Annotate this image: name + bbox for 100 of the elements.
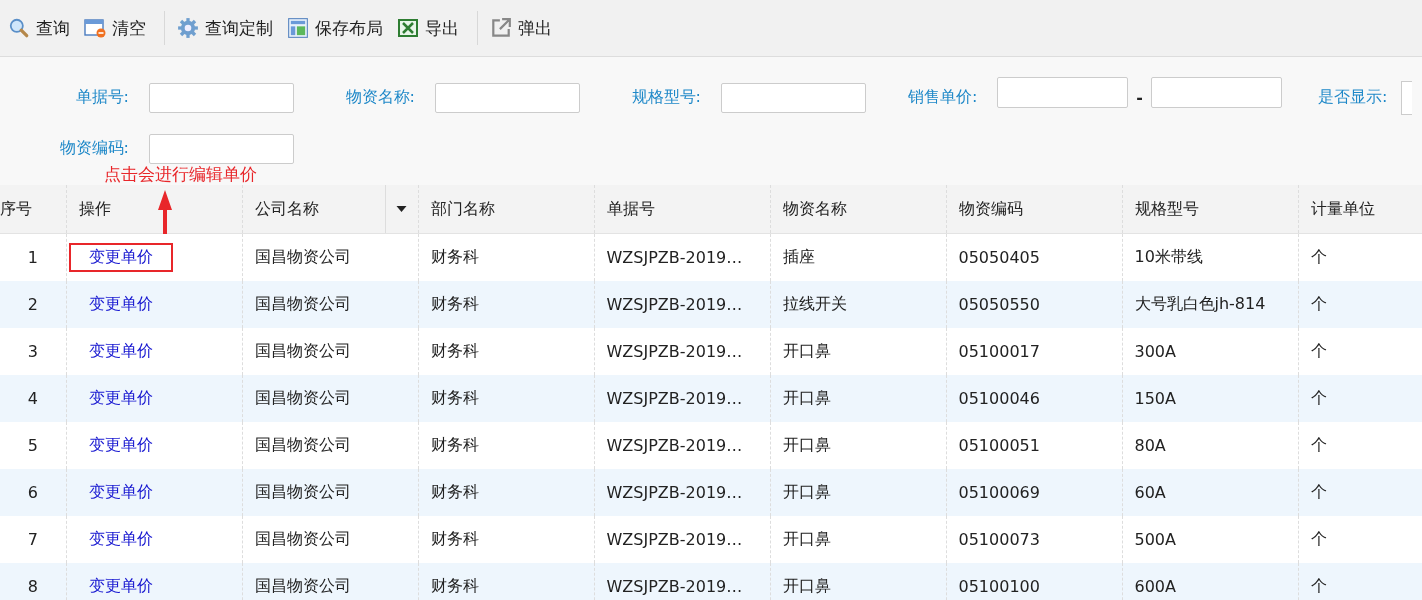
table-cell: 插座 xyxy=(782,247,815,266)
table-cell: 05050405 xyxy=(958,248,1040,267)
filter-label: 是否显示: xyxy=(1318,87,1388,108)
table-cell: 个 xyxy=(1310,529,1327,548)
table-cell: 开口鼻 xyxy=(782,341,831,360)
table-cell: 国昌物资公司 xyxy=(254,294,351,313)
table-cell: 财务科 xyxy=(430,576,479,595)
toolbar-button[interactable]: 导出 xyxy=(395,12,467,44)
table-cell: 10米带线 xyxy=(1134,247,1203,266)
column-header: 物资编码 xyxy=(958,198,1023,220)
table-cell: 个 xyxy=(1310,435,1327,454)
table-cell: WZSJPZB-2019… xyxy=(606,248,743,267)
change-price-link[interactable]: 变更单价 xyxy=(68,431,173,460)
table-cell: 7 xyxy=(27,530,38,549)
column-header: 规格型号 xyxy=(1134,198,1199,220)
spreadsheet-icon xyxy=(397,17,419,39)
table-cell: 05050550 xyxy=(958,295,1040,314)
column-header: 操作 xyxy=(78,198,111,220)
table-cell: 500A xyxy=(1134,530,1176,549)
table-cell: 开口鼻 xyxy=(782,482,831,501)
table-cell: 05100051 xyxy=(958,436,1040,455)
annotation-text: 点击会进行编辑单价 xyxy=(104,163,257,186)
table-cell: 国昌物资公司 xyxy=(254,529,351,548)
layout-icon xyxy=(287,17,309,39)
toolbar-button[interactable]: 弹出 xyxy=(488,12,560,44)
search-icon xyxy=(8,17,30,39)
input-field[interactable] xyxy=(997,77,1129,108)
range-separator: - xyxy=(1136,88,1143,107)
column-header: 部门名称 xyxy=(430,198,495,220)
toolbar-button[interactable]: 查询定制 xyxy=(175,12,281,44)
table-cell: 财务科 xyxy=(430,294,479,313)
input-field[interactable] xyxy=(721,82,866,113)
table-cell: 财务科 xyxy=(430,435,479,454)
column-header: 公司名称 xyxy=(254,198,319,220)
filter-label: 规格型号: xyxy=(631,87,701,108)
select-field[interactable] xyxy=(1401,80,1413,115)
table-cell: WZSJPZB-2019… xyxy=(606,295,743,314)
table-cell: 个 xyxy=(1310,482,1327,501)
table-cell: 拉线开关 xyxy=(782,294,847,313)
table-cell: WZSJPZB-2019… xyxy=(606,577,743,596)
table-cell: 国昌物资公司 xyxy=(254,341,351,360)
table-cell: 国昌物资公司 xyxy=(254,482,351,501)
window-clear-icon xyxy=(84,17,106,39)
table-cell: 财务科 xyxy=(430,529,479,548)
toolbar-button[interactable]: 查询 xyxy=(6,12,78,44)
table-cell: WZSJPZB-2019… xyxy=(606,436,743,455)
filter-label: 销售单价: xyxy=(907,87,978,108)
table-cell: 150A xyxy=(1134,389,1176,408)
table-cell: 开口鼻 xyxy=(782,435,831,454)
table-cell: 05100046 xyxy=(958,389,1040,408)
table-cell: 财务科 xyxy=(430,247,479,266)
table-cell: 600A xyxy=(1134,577,1176,596)
toolbar-button[interactable]: 保存布局 xyxy=(285,12,391,44)
table-cell: 国昌物资公司 xyxy=(254,388,351,407)
change-price-link[interactable]: 变更单价 xyxy=(68,337,173,366)
table-cell: 大号乳白色jh-814 xyxy=(1134,294,1266,313)
table-cell: WZSJPZB-2019… xyxy=(606,342,743,361)
filter-label: 单据号: xyxy=(75,87,129,108)
toolbar-button[interactable]: 清空 xyxy=(82,12,154,44)
table-cell: 05100069 xyxy=(958,483,1040,502)
input-field[interactable] xyxy=(149,133,294,164)
external-link-icon xyxy=(490,17,512,39)
annotation-arrow xyxy=(157,190,173,234)
table-cell: 财务科 xyxy=(430,482,479,501)
table-cell: 1 xyxy=(27,248,38,267)
table-cell: 300A xyxy=(1134,342,1176,361)
table-cell: 60A xyxy=(1134,483,1166,502)
table-cell: 4 xyxy=(27,389,38,408)
input-field[interactable] xyxy=(1151,77,1282,108)
table-cell: 开口鼻 xyxy=(782,576,831,595)
table-cell: 个 xyxy=(1310,294,1327,313)
table-cell: 财务科 xyxy=(430,341,479,360)
table-cell: 个 xyxy=(1310,576,1327,595)
table-cell: 80A xyxy=(1134,436,1166,455)
table-cell: WZSJPZB-2019… xyxy=(606,530,743,549)
table-cell: 2 xyxy=(27,295,38,314)
table-cell: 个 xyxy=(1310,341,1327,360)
filter-label: 物资名称: xyxy=(345,87,415,108)
table-cell: 开口鼻 xyxy=(782,529,831,548)
table-cell: WZSJPZB-2019… xyxy=(606,389,743,408)
filter-label: 物资编码: xyxy=(59,138,129,159)
table-cell: 个 xyxy=(1310,247,1327,266)
table-cell: 05100017 xyxy=(958,342,1040,361)
input-field[interactable] xyxy=(435,82,580,113)
column-header: 单据号 xyxy=(606,198,655,220)
table-cell: 6 xyxy=(27,483,38,502)
change-price-link[interactable]: 变更单价 xyxy=(68,525,173,554)
table-cell: 05100073 xyxy=(958,530,1040,549)
column-header: 物资名称 xyxy=(782,198,847,220)
caret-icon xyxy=(396,206,407,212)
table-cell: 开口鼻 xyxy=(782,388,831,407)
column-header: 计量单位 xyxy=(1310,198,1375,220)
table-cell: 5 xyxy=(27,436,38,455)
table-cell: 个 xyxy=(1310,388,1327,407)
change-price-link[interactable]: 变更单价 xyxy=(68,243,173,272)
table-cell: 3 xyxy=(27,342,38,361)
input-field[interactable] xyxy=(149,82,294,113)
table-cell: 国昌物资公司 xyxy=(254,576,351,595)
table-cell: 财务科 xyxy=(430,388,479,407)
table-cell: 国昌物资公司 xyxy=(254,247,351,266)
